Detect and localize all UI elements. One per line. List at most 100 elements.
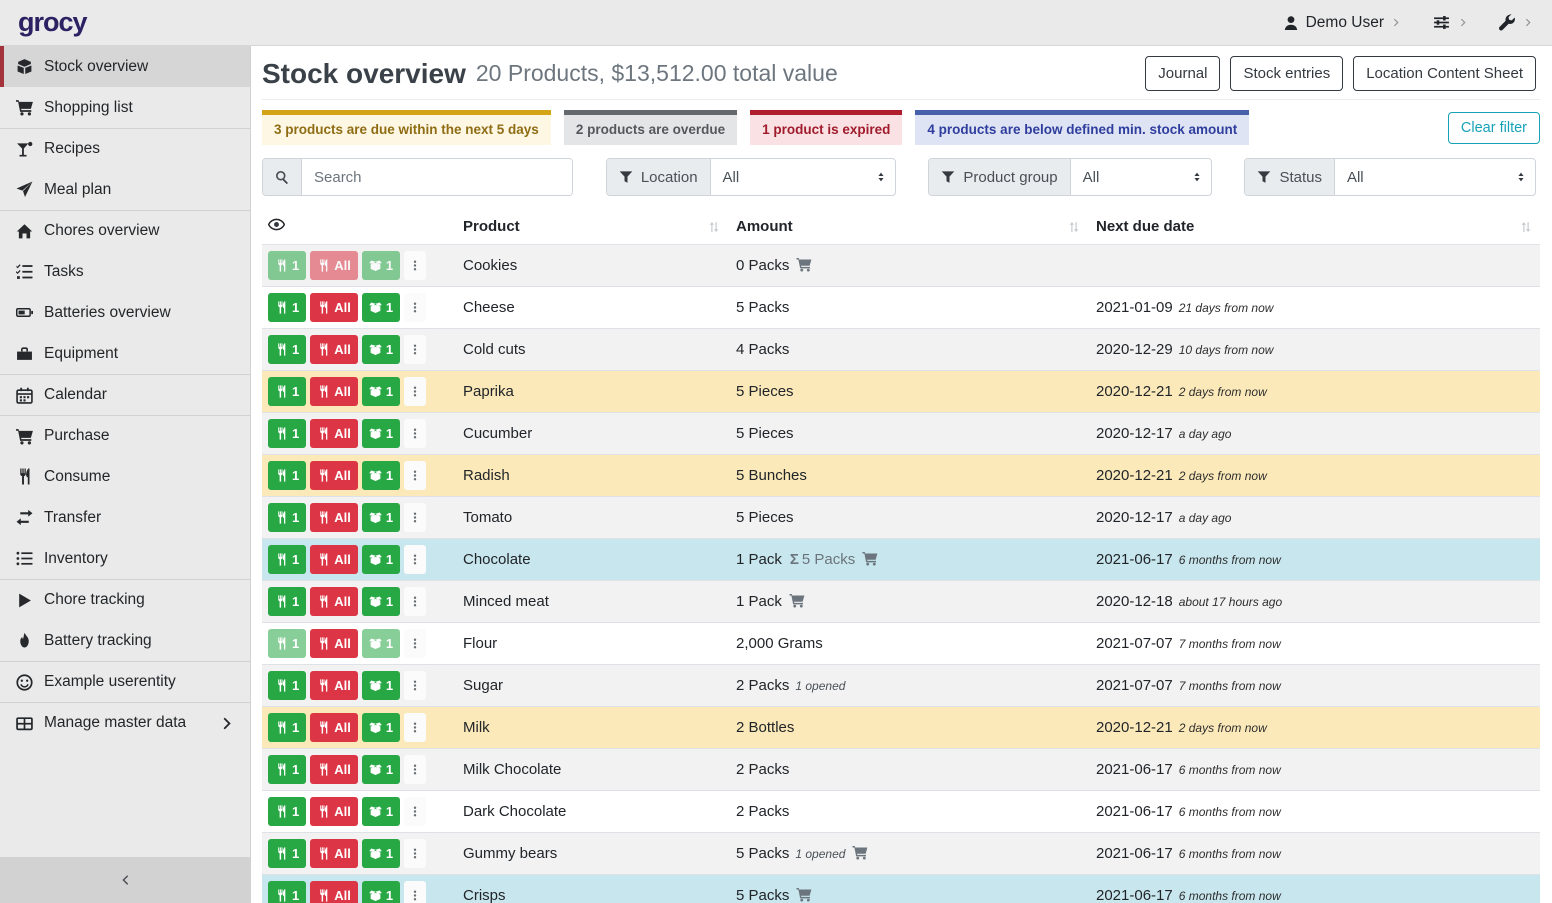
consume-one-button[interactable]: 1 xyxy=(268,713,306,742)
open-one-button[interactable]: 1 xyxy=(362,377,400,406)
row-menu-button[interactable] xyxy=(404,629,426,658)
user-menu[interactable]: Demo User xyxy=(1283,14,1402,32)
open-one-button[interactable]: 1 xyxy=(362,419,400,448)
open-one-button[interactable]: 1 xyxy=(362,797,400,826)
expired-alert[interactable]: 1 product is expired xyxy=(750,110,902,145)
sidebar-item-purchase[interactable]: Purchase xyxy=(0,415,250,456)
open-one-button[interactable]: 1 xyxy=(362,461,400,490)
sidebar-item-manage-master-data[interactable]: Manage master data xyxy=(0,702,250,743)
row-menu-button[interactable] xyxy=(404,755,426,784)
consume-all-button[interactable]: All xyxy=(310,881,358,903)
row-menu-button[interactable] xyxy=(404,713,426,742)
consume-all-button[interactable]: All xyxy=(310,839,358,868)
row-menu-button[interactable] xyxy=(404,839,426,868)
sidebar-item-recipes[interactable]: Recipes xyxy=(0,128,250,169)
open-one-button[interactable]: 1 xyxy=(362,671,400,700)
sidebar-collapse-button[interactable] xyxy=(0,857,250,903)
consume-all-button[interactable]: All xyxy=(310,293,358,322)
sidebar-item-inventory[interactable]: Inventory xyxy=(0,538,250,579)
sidebar-item-equipment[interactable]: Equipment xyxy=(0,333,250,374)
consume-all-button[interactable]: All xyxy=(310,335,358,364)
sidebar-item-example-userentity[interactable]: Example userentity xyxy=(0,661,250,702)
amount-column-header[interactable]: Amount xyxy=(728,208,1088,245)
consume-one-button[interactable]: 1 xyxy=(268,335,306,364)
row-menu-button[interactable] xyxy=(404,293,426,322)
open-one-button[interactable]: 1 xyxy=(362,881,400,903)
sidebar-item-transfer[interactable]: Transfer xyxy=(0,497,250,538)
row-menu-button[interactable] xyxy=(404,377,426,406)
open-one-button[interactable]: 1 xyxy=(362,545,400,574)
consume-all-button[interactable]: All xyxy=(310,377,358,406)
sidebar-item-meal-plan[interactable]: Meal plan xyxy=(0,169,250,210)
open-one-button[interactable]: 1 xyxy=(362,713,400,742)
consume-all-button[interactable]: All xyxy=(310,419,358,448)
row-menu-button[interactable] xyxy=(404,419,426,448)
consume-one-button[interactable]: 1 xyxy=(268,545,306,574)
overdue-alert[interactable]: 2 products are overdue xyxy=(564,110,737,145)
consume-one-button[interactable]: 1 xyxy=(268,251,306,280)
consume-all-button[interactable]: All xyxy=(310,671,358,700)
open-one-button[interactable]: 1 xyxy=(362,755,400,784)
status-select[interactable]: All xyxy=(1335,159,1535,195)
consume-one-button[interactable]: 1 xyxy=(268,839,306,868)
sidebar-item-shopping-list[interactable]: Shopping list xyxy=(0,87,250,128)
consume-all-button[interactable]: All xyxy=(310,545,358,574)
next-due-date-column-header[interactable]: Next due date xyxy=(1088,208,1540,245)
consume-all-button[interactable]: All xyxy=(310,755,358,784)
row-menu-button[interactable] xyxy=(404,587,426,616)
open-one-button[interactable]: 1 xyxy=(362,251,400,280)
open-one-button[interactable]: 1 xyxy=(362,503,400,532)
sidebar-item-chore-tracking[interactable]: Chore tracking xyxy=(0,579,250,620)
open-one-button[interactable]: 1 xyxy=(362,335,400,364)
sidebar-item-battery-tracking[interactable]: Battery tracking xyxy=(0,620,250,661)
consume-one-button[interactable]: 1 xyxy=(268,629,306,658)
open-one-button[interactable]: 1 xyxy=(362,293,400,322)
open-one-button[interactable]: 1 xyxy=(362,629,400,658)
sidebar-item-calendar[interactable]: Calendar xyxy=(0,374,250,415)
product-column-header[interactable]: Product xyxy=(455,208,728,245)
row-menu-button[interactable] xyxy=(404,797,426,826)
row-menu-button[interactable] xyxy=(404,461,426,490)
settings-menu[interactable] xyxy=(1432,14,1469,31)
below-min-stock-alert[interactable]: 4 products are below defined min. stock … xyxy=(915,110,1249,145)
row-menu-button[interactable] xyxy=(404,335,426,364)
consume-all-button[interactable]: All xyxy=(310,797,358,826)
consume-all-button[interactable]: All xyxy=(310,587,358,616)
column-visibility-header[interactable] xyxy=(262,208,455,245)
location-select[interactable]: All xyxy=(711,159,895,195)
consume-one-button[interactable]: 1 xyxy=(268,377,306,406)
consume-one-button[interactable]: 1 xyxy=(268,587,306,616)
consume-one-button[interactable]: 1 xyxy=(268,671,306,700)
due-soon-alert[interactable]: 3 products are due within the next 5 day… xyxy=(262,110,551,145)
consume-all-button[interactable]: All xyxy=(310,461,358,490)
consume-one-button[interactable]: 1 xyxy=(268,881,306,903)
location-content-sheet-button[interactable]: Location Content Sheet xyxy=(1353,56,1536,91)
stock-entries-button[interactable]: Stock entries xyxy=(1230,56,1343,91)
sidebar-item-stock-overview[interactable]: Stock overview xyxy=(0,46,250,87)
consume-one-button[interactable]: 1 xyxy=(268,419,306,448)
row-menu-button[interactable] xyxy=(404,671,426,700)
consume-all-button[interactable]: All xyxy=(310,503,358,532)
consume-one-button[interactable]: 1 xyxy=(268,293,306,322)
consume-all-button[interactable]: All xyxy=(310,251,358,280)
grocy-logo[interactable]: grocy xyxy=(18,7,87,38)
open-one-button[interactable]: 1 xyxy=(362,839,400,868)
journal-button[interactable]: Journal xyxy=(1145,56,1220,91)
consume-one-button[interactable]: 1 xyxy=(268,461,306,490)
row-menu-button[interactable] xyxy=(404,503,426,532)
row-menu-button[interactable] xyxy=(404,545,426,574)
clear-filter-button[interactable]: Clear filter xyxy=(1448,112,1540,144)
sidebar-item-batteries-overview[interactable]: Batteries overview xyxy=(0,292,250,333)
open-one-button[interactable]: 1 xyxy=(362,587,400,616)
sidebar-item-chores-overview[interactable]: Chores overview xyxy=(0,210,250,251)
product-group-select[interactable]: All xyxy=(1071,159,1211,195)
consume-all-button[interactable]: All xyxy=(310,629,358,658)
consume-one-button[interactable]: 1 xyxy=(268,503,306,532)
consume-all-button[interactable]: All xyxy=(310,713,358,742)
consume-one-button[interactable]: 1 xyxy=(268,755,306,784)
row-menu-button[interactable] xyxy=(404,251,426,280)
sidebar-item-consume[interactable]: Consume xyxy=(0,456,250,497)
admin-menu[interactable] xyxy=(1499,14,1534,31)
row-menu-button[interactable] xyxy=(404,881,426,903)
search-input[interactable] xyxy=(302,159,572,195)
